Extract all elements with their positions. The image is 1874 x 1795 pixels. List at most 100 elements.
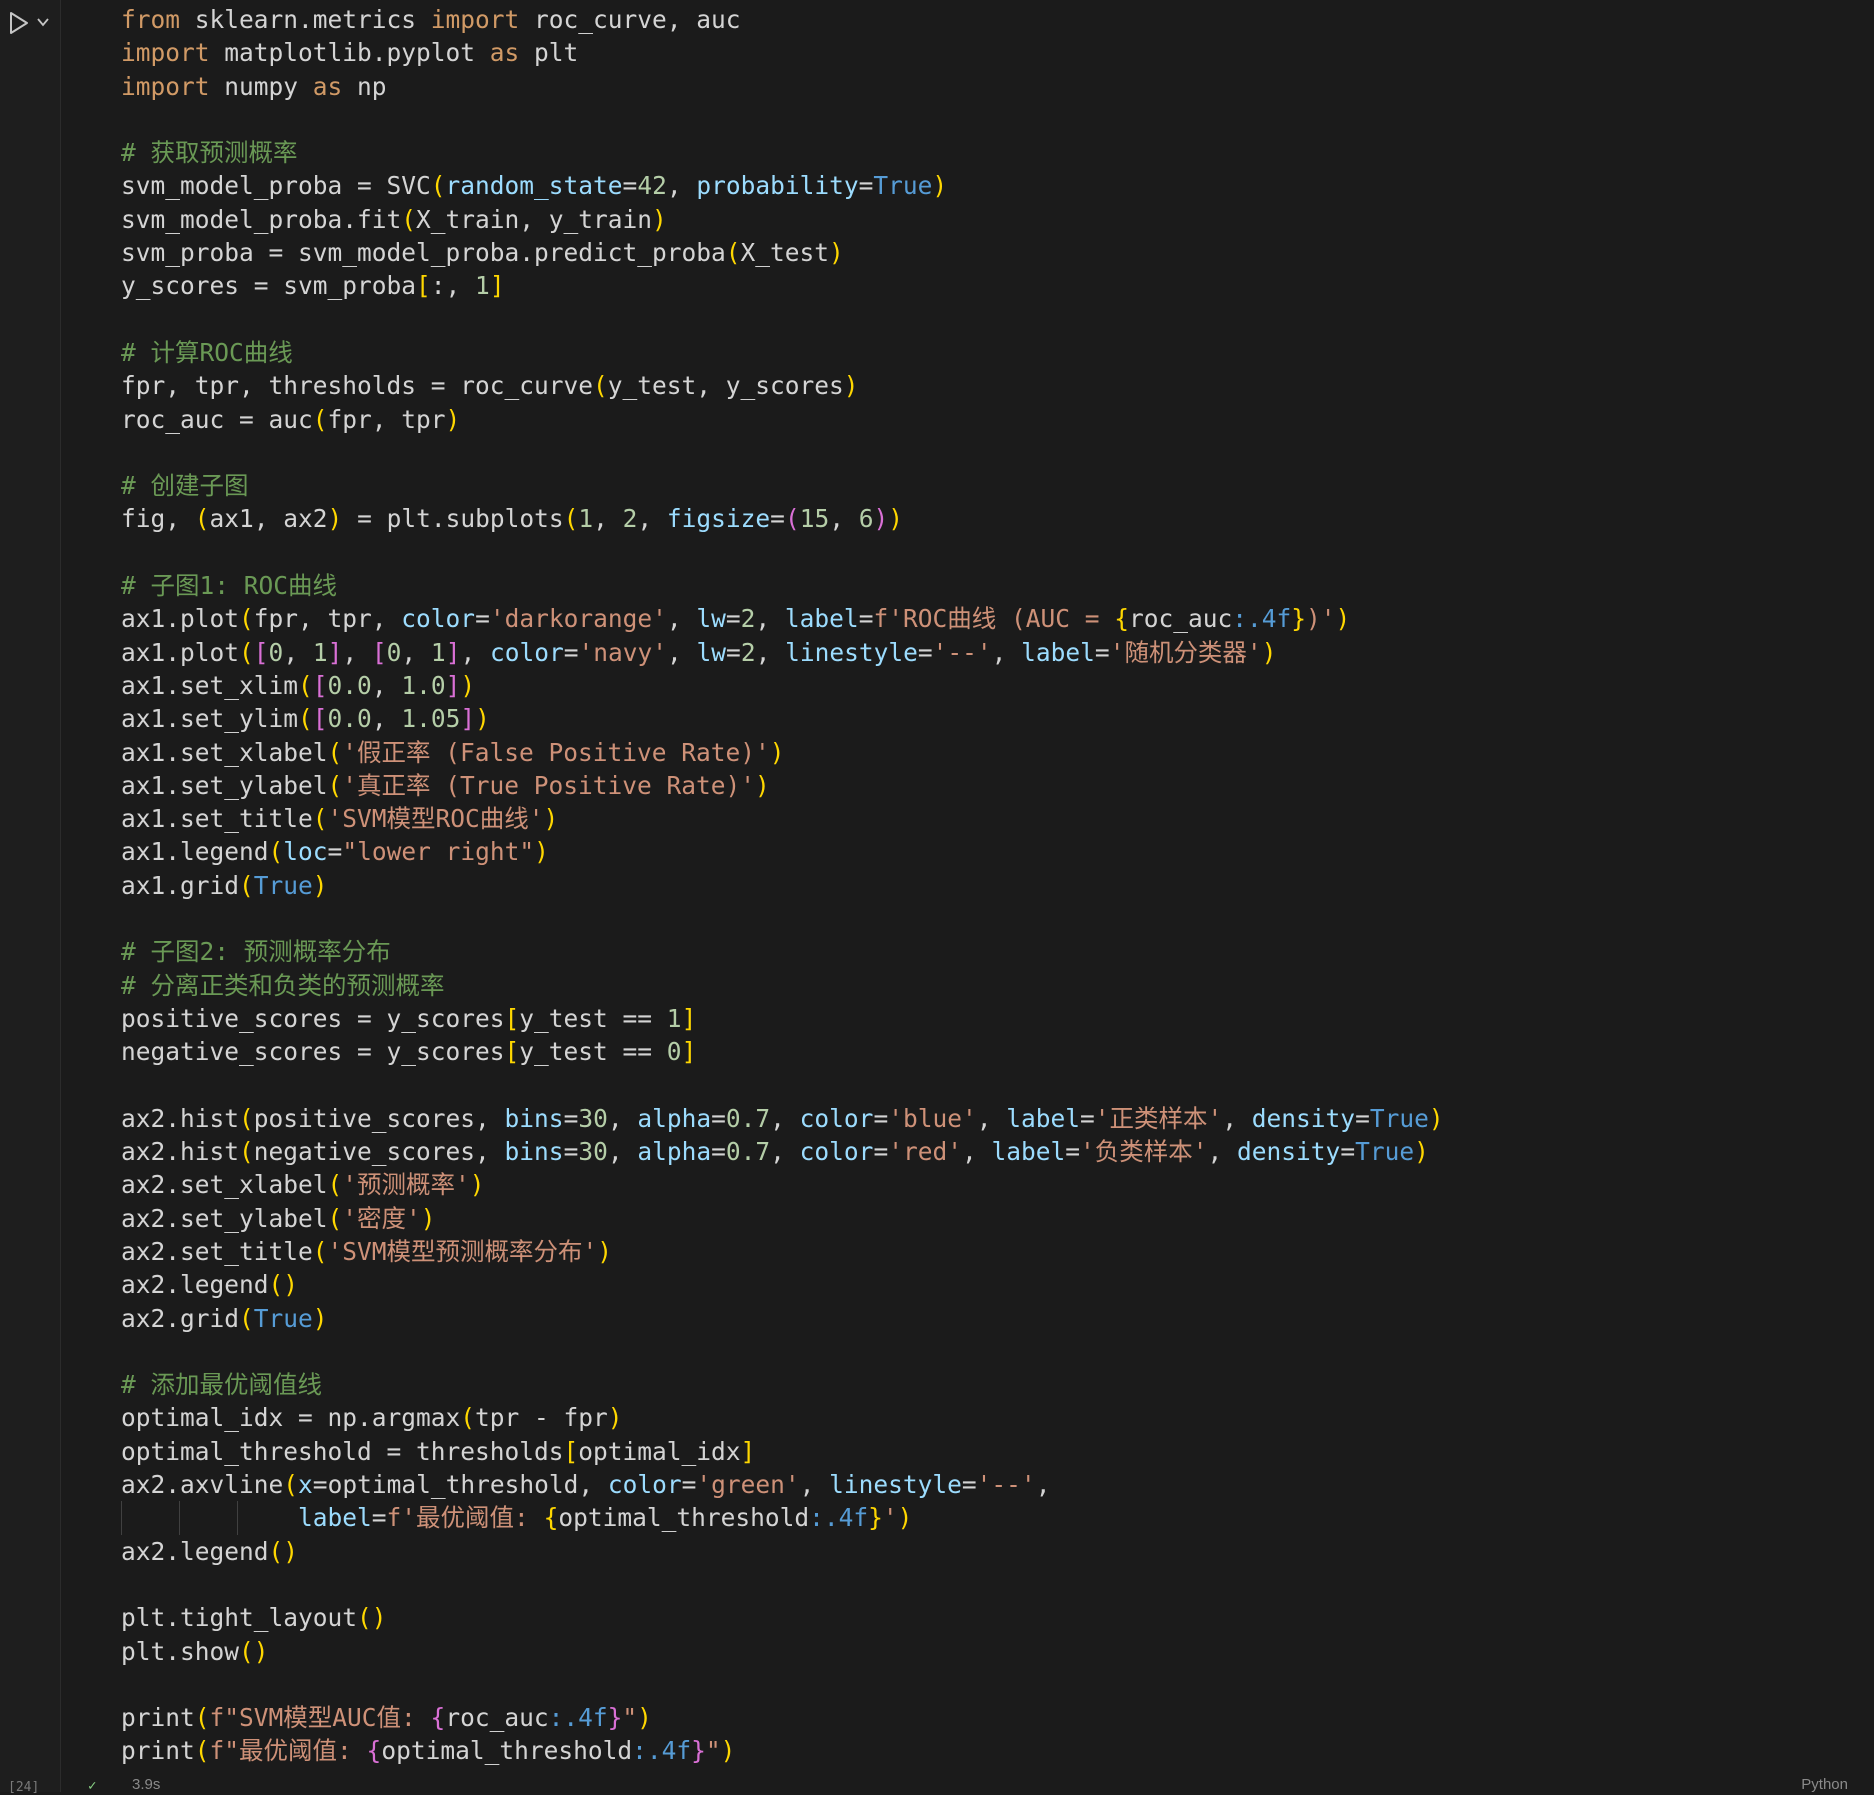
code-token: x	[298, 1470, 313, 1500]
code-token: ,	[607, 1137, 638, 1167]
code-editor[interactable]: from sklearn.metrics import roc_curve, a…	[121, 3, 1854, 1768]
code-line[interactable]: # 添加最优阈值线	[121, 1368, 1854, 1401]
code-token: '负类样本'	[1080, 1137, 1208, 1167]
code-token: [	[563, 1436, 579, 1466]
code-token: )	[312, 1303, 328, 1333]
code-token: ]	[460, 704, 476, 734]
code-line[interactable]	[121, 1335, 1854, 1368]
code-line[interactable]: svm_model_proba = SVC(random_state=42, p…	[121, 169, 1854, 202]
code-line[interactable]: optimal_threshold = thresholds[optimal_i…	[121, 1435, 1854, 1468]
code-line[interactable]: ax1.plot(fpr, tpr, color='darkorange', l…	[121, 602, 1854, 635]
code-token: 2	[740, 604, 756, 634]
code-line[interactable]: ax1.set_title('SVM模型ROC曲线')	[121, 802, 1854, 835]
code-line[interactable]: svm_model_proba.fit(X_train, y_train)	[121, 203, 1854, 236]
execution-count: [24]	[8, 1780, 40, 1795]
code-line[interactable]	[121, 303, 1854, 336]
code-token: =	[1065, 1137, 1081, 1167]
code-token: :.4f	[632, 1736, 692, 1766]
code-token: :.4f	[809, 1503, 869, 1533]
code-line[interactable]: ax2.set_xlabel('预测概率')	[121, 1168, 1854, 1201]
code-token: np	[357, 71, 387, 101]
code-token: (	[430, 171, 446, 201]
code-line[interactable]: # 计算ROC曲线	[121, 336, 1854, 369]
code-line[interactable]	[121, 536, 1854, 569]
code-line[interactable]: ax1.legend(loc="lower right")	[121, 835, 1854, 868]
code-line[interactable]: from sklearn.metrics import roc_curve, a…	[121, 3, 1854, 36]
code-line[interactable]: print(f"最优阈值: {optimal_threshold:.4f}")	[121, 1734, 1854, 1767]
code-line[interactable]: # 子图1: ROC曲线	[121, 569, 1854, 602]
code-line[interactable]: # 创建子图	[121, 469, 1854, 502]
code-line[interactable]	[121, 436, 1854, 469]
code-line[interactable]: ax2.legend()	[121, 1535, 1854, 1568]
code-line[interactable]: # 获取预测概率	[121, 136, 1854, 169]
code-line[interactable]	[121, 103, 1854, 136]
code-line[interactable]: ax2.grid(True)	[121, 1302, 1854, 1335]
code-token: density	[1251, 1103, 1356, 1133]
code-token: 1	[666, 1003, 682, 1033]
code-line[interactable]: ax1.set_ylim([0.0, 1.05])	[121, 702, 1854, 735]
code-token: ax2.set_title	[121, 1236, 313, 1266]
code-line[interactable]: fig, (ax1, ax2) = plt.subplots(1, 2, fig…	[121, 502, 1854, 535]
code-line[interactable]	[121, 1568, 1854, 1601]
code-line[interactable]: fpr, tpr, thresholds = roc_curve(y_test,…	[121, 369, 1854, 402]
code-token: 1	[578, 504, 594, 534]
code-token: '真正率 (True Positive Rate)'	[342, 770, 756, 800]
code-line[interactable]: y_scores = svm_proba[:, 1]	[121, 269, 1854, 302]
code-line[interactable]: import numpy as np	[121, 70, 1854, 103]
cell-language[interactable]: Python	[1801, 1776, 1848, 1793]
code-token: ax2.hist	[121, 1137, 240, 1167]
code-line[interactable]: ax2.axvline(x=optimal_threshold, color='…	[121, 1468, 1854, 1501]
code-token: 0	[386, 637, 402, 667]
code-token: ax2.set_ylabel	[121, 1203, 328, 1233]
code-token: )	[755, 770, 770, 800]
code-token: }	[691, 1736, 706, 1766]
code-line[interactable]: ax2.hist(positive_scores, bins=30, alpha…	[121, 1102, 1854, 1135]
code-line[interactable]: svm_proba = svm_model_proba.predict_prob…	[121, 236, 1854, 269]
code-token: )	[460, 670, 476, 700]
code-line[interactable]: negative_scores = y_scores[y_test == 0]	[121, 1035, 1854, 1068]
code-line[interactable]: # 子图2: 预测概率分布	[121, 935, 1854, 968]
code-line[interactable]: plt.tight_layout()	[121, 1601, 1854, 1634]
code-line[interactable]: import matplotlib.pyplot as plt	[121, 36, 1854, 69]
code-token: ,	[799, 1470, 830, 1500]
run-options-dropdown[interactable]	[36, 14, 50, 28]
code-line[interactable]	[121, 902, 1854, 935]
code-line[interactable]: ax2.set_ylabel('密度')	[121, 1202, 1854, 1235]
code-line[interactable]: ax2.set_title('SVM模型预测概率分布')	[121, 1235, 1854, 1268]
code-line[interactable]: print(f"SVM模型AUC值: {roc_auc:.4f}")	[121, 1701, 1854, 1734]
code-token: 'red'	[888, 1137, 962, 1167]
code-token: color	[489, 637, 564, 667]
code-token: ax2.hist	[121, 1103, 240, 1133]
code-line[interactable]: plt.show()	[121, 1635, 1854, 1668]
code-line[interactable]: ax1.plot([0, 1], [0, 1], color='navy', l…	[121, 636, 1854, 669]
code-line[interactable]: # 分离正类和负类的预测概率	[121, 969, 1854, 1002]
code-line[interactable]: ax1.grid(True)	[121, 869, 1854, 902]
code-line[interactable]: roc_auc = auc(fpr, tpr)	[121, 403, 1854, 436]
code-token: as	[312, 71, 358, 101]
code-token: 0.0	[327, 704, 372, 734]
code-token: ax1.set_ylabel	[121, 770, 328, 800]
code-token: (	[283, 1470, 299, 1500]
run-cell-button[interactable]	[8, 10, 30, 36]
code-token: print	[121, 1736, 195, 1766]
code-token: )	[543, 804, 559, 834]
code-line[interactable]: ax1.set_ylabel('真正率 (True Positive Rate)…	[121, 769, 1854, 802]
code-line[interactable]: ax2.hist(negative_scores, bins=30, alpha…	[121, 1135, 1854, 1168]
code-line[interactable]: ax1.set_xlim([0.0, 1.0])	[121, 669, 1854, 702]
code-token: # 子图1: ROC曲线	[121, 571, 338, 601]
code-line[interactable]: ax2.legend()	[121, 1268, 1854, 1301]
code-token: color	[607, 1470, 682, 1500]
code-line[interactable]	[121, 1069, 1854, 1102]
code-token: {	[366, 1736, 382, 1766]
code-line[interactable]: ax1.set_xlabel('假正率 (False Positive Rate…	[121, 736, 1854, 769]
code-token: ]	[740, 1436, 756, 1466]
code-token: optimal_threshold,	[327, 1470, 608, 1500]
code-token: (	[194, 504, 210, 534]
code-line[interactable]	[121, 1668, 1854, 1701]
code-line[interactable]: positive_scores = y_scores[y_test == 1]	[121, 1002, 1854, 1035]
code-token: )	[769, 737, 785, 767]
code-line[interactable]: optimal_idx = np.argmax(tpr - fpr)	[121, 1401, 1854, 1434]
code-token: # 计算ROC曲线	[121, 337, 293, 367]
code-line[interactable]: label=f'最优阈值: {optimal_threshold:.4f}')	[121, 1501, 1854, 1535]
code-token: (	[298, 670, 313, 700]
